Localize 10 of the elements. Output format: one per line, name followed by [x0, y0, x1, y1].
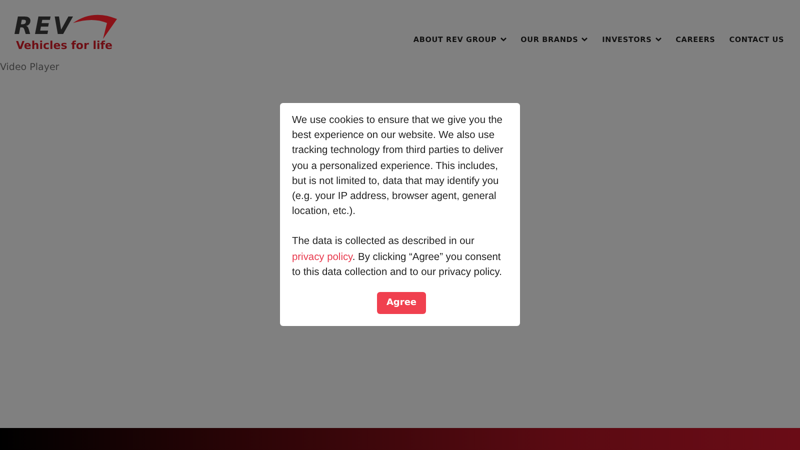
chevron-down-icon [500, 36, 507, 42]
chevron-down-icon [581, 36, 588, 42]
consent-text: The data is collected as described in our privacy policy. By clicking “Agree” you consent to this data collection and to our privacy policy. [292, 235, 503, 280]
video-player-label: Video Player [0, 62, 60, 73]
logo-mark: REV [14, 12, 74, 38]
cookie-text: We use cookies to ensure that we give you the best experience on our website. We also use tracking technology from third parties to deliver you a personalized experience. This includes, but is not limited to, data that may identify you (e.g. your IP address, browser agent, general location, etc.). [292, 114, 504, 220]
logo-tagline: Vehicles for life [16, 38, 112, 52]
chevron-down-icon [654, 36, 662, 42]
privacy-policy-link[interactable]: privacy policy [292, 252, 352, 263]
agree-button[interactable]: Agree [377, 292, 426, 314]
